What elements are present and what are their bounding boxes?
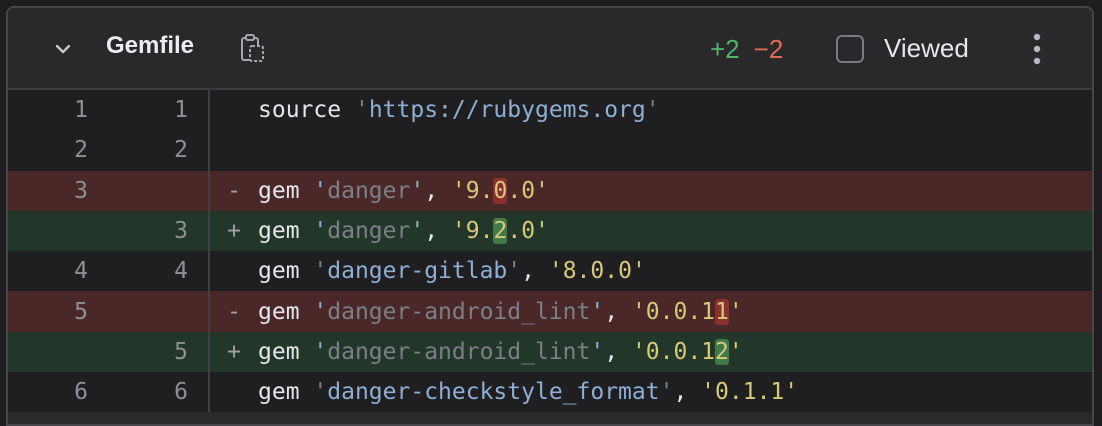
chevron-down-icon[interactable] (52, 38, 74, 60)
diff-sign: - (227, 177, 241, 204)
code-keyword: gem (258, 338, 300, 365)
new-line-number[interactable]: 3 (108, 218, 208, 244)
version-prefix: 0.1.1 (715, 379, 785, 406)
version-suffix: .0 (507, 218, 536, 245)
gem-name: danger-android_lint (327, 298, 591, 325)
old-line-number[interactable]: 4 (8, 258, 108, 284)
diff-row[interactable]: 4 4 gem 'danger-gitlab', '8.0.0' (8, 251, 1092, 292)
additions-count: +2 (710, 34, 740, 64)
diff-row[interactable]: 1 1 source 'https://rubygems.org' (8, 90, 1092, 131)
diff-row-deleted[interactable]: 3 - gem 'danger', '9.0.0' (8, 170, 1092, 211)
new-line-number[interactable]: 2 (108, 137, 208, 163)
deletions-count: −2 (753, 34, 784, 64)
diff-file-header: Gemfile +2 −2 Viewed (8, 8, 1092, 90)
diff-row-added[interactable]: 5 + gem 'danger-android_lint', '0.0.12' (8, 331, 1092, 373)
code-keyword: gem (258, 218, 300, 245)
old-line-number[interactable]: 3 (8, 178, 108, 204)
version-changed-char: 2 (715, 338, 729, 365)
new-line-number[interactable]: 6 (108, 379, 208, 405)
code-line: source 'https://rubygems.org' (258, 97, 660, 123)
diff-sign: - (227, 298, 241, 325)
version-changed-char: 2 (493, 218, 508, 245)
code-string: https://rubygems.org (368, 97, 646, 124)
gem-name: danger-gitlab (327, 258, 508, 285)
version-changed-char: 1 (715, 298, 729, 325)
version-prefix: 0.0.1 (645, 298, 716, 325)
code-line: gem 'danger-gitlab', '8.0.0' (258, 258, 646, 285)
diff-row-added[interactable]: 3 + gem 'danger', '9.2.0' (8, 210, 1092, 252)
code-line: gem 'danger-checkstyle_format', '0.1.1' (258, 379, 799, 406)
version-suffix: .0 (507, 177, 536, 204)
gutter-divider (208, 251, 210, 292)
new-line-number[interactable]: 4 (108, 258, 208, 284)
diff-file-panel: Gemfile +2 −2 Viewed 1 1 source 'https://… (6, 6, 1094, 426)
code-line: gem 'danger', '9.2.0' (258, 218, 549, 245)
gem-name: danger-checkstyle_format (327, 379, 660, 406)
old-line-number[interactable]: 5 (8, 299, 108, 325)
file-name[interactable]: Gemfile (106, 32, 194, 60)
version-prefix: 9. (465, 218, 494, 245)
diff-stats: +2 −2 (710, 34, 783, 65)
code-line: gem 'danger-android_lint', '0.0.12' (258, 338, 743, 365)
viewed-label: Viewed (884, 33, 969, 63)
version-prefix: 0.0.1 (645, 338, 716, 365)
gem-name: danger (327, 177, 411, 204)
code-keyword: gem (258, 258, 300, 285)
gem-name: danger (327, 218, 411, 245)
diff-row[interactable]: 2 2 (8, 130, 1092, 171)
code-quote: ' (354, 97, 369, 124)
version-changed-char: 0 (493, 177, 508, 204)
old-line-number[interactable]: 1 (8, 97, 108, 123)
code-line: gem 'danger', '9.0.0' (258, 177, 549, 204)
code-keyword: gem (258, 298, 300, 325)
code-line: gem 'danger-android_lint', '0.0.11' (258, 298, 743, 325)
gutter-divider (208, 372, 210, 413)
diff-sign: + (227, 218, 241, 245)
new-line-number[interactable]: 5 (108, 339, 208, 365)
gutter-divider (208, 130, 210, 171)
code-keyword: gem (258, 379, 300, 406)
kebab-menu-icon[interactable] (1028, 32, 1046, 66)
diff-sign: + (227, 338, 241, 365)
old-line-number[interactable]: 2 (8, 137, 108, 163)
code-keyword: gem (258, 177, 300, 204)
version-prefix: 8.0.0 (562, 258, 632, 285)
viewed-checkbox[interactable] (836, 34, 864, 63)
gem-name: danger-android_lint (327, 338, 591, 365)
old-line-number[interactable]: 6 (8, 379, 108, 405)
new-line-number[interactable]: 1 (108, 97, 208, 123)
version-prefix: 9. (465, 177, 494, 204)
diff-row-deleted[interactable]: 5 - gem 'danger-android_lint', '0.0.11' (8, 291, 1092, 332)
diff-body: 1 1 source 'https://rubygems.org' 2 2 3 … (8, 90, 1092, 413)
code-quote: ' (645, 97, 660, 124)
diff-row[interactable]: 6 6 gem 'danger-checkstyle_format', '0.1… (8, 372, 1092, 413)
viewed-toggle[interactable]: Viewed (836, 33, 969, 64)
gutter-divider (208, 90, 210, 131)
code-keyword: source (258, 97, 342, 124)
clipboard-copy-icon[interactable] (238, 32, 266, 66)
